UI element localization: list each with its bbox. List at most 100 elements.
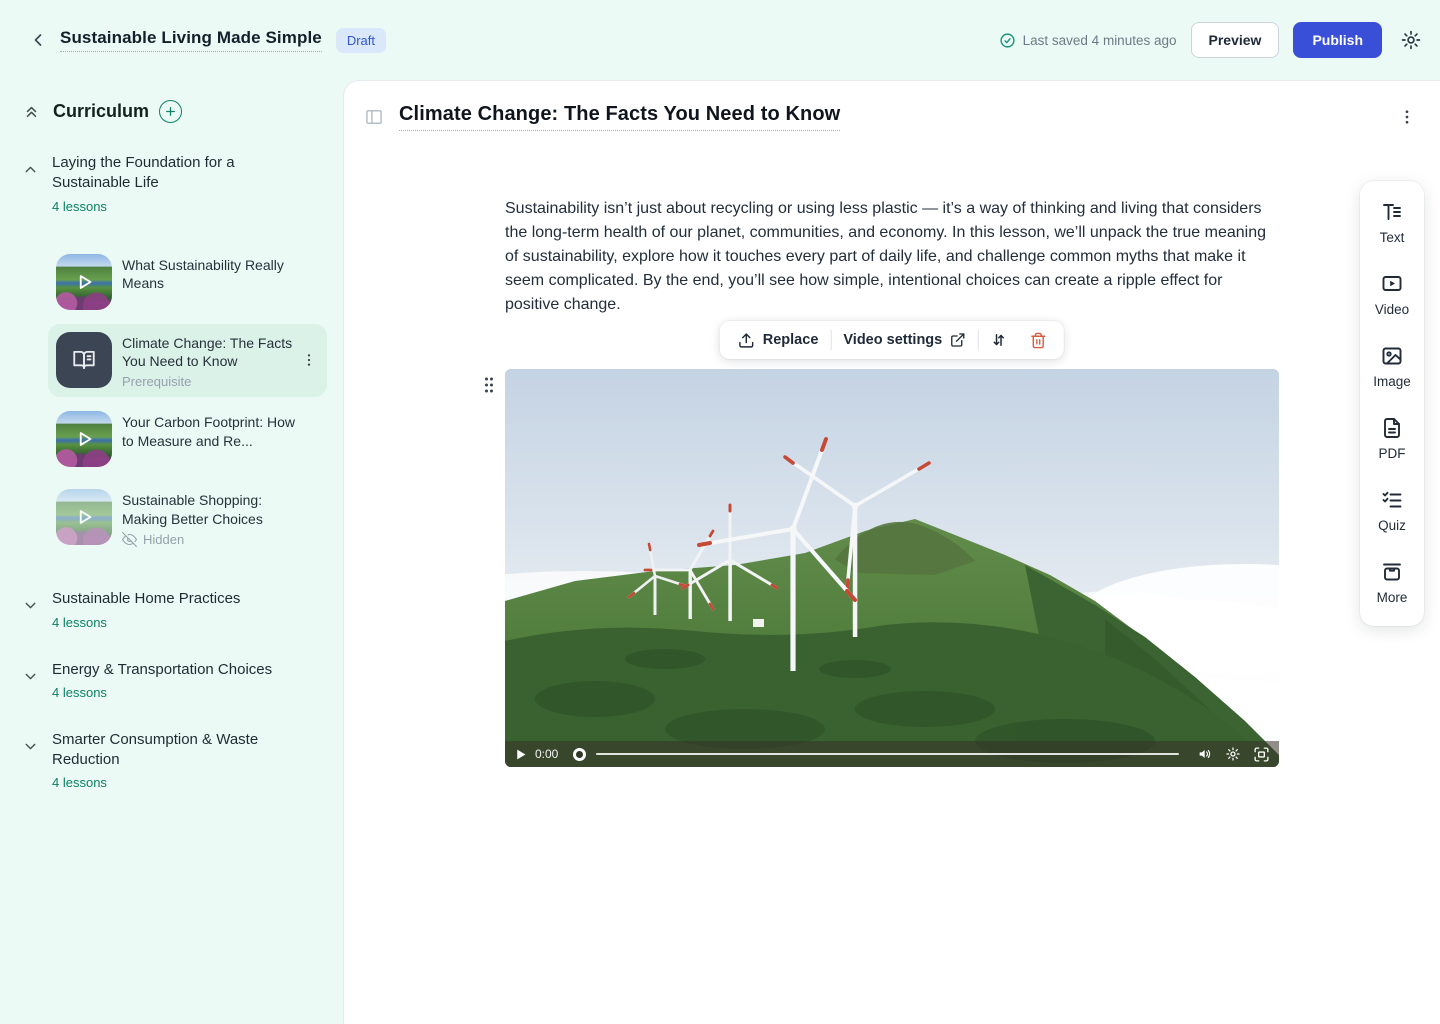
lesson-video-thumbnail: [56, 254, 112, 310]
kebab-vertical-icon: [1398, 108, 1416, 126]
lesson-video-thumbnail: [56, 411, 112, 467]
lesson-item-what-sustainability[interactable]: What Sustainability Really Means: [48, 246, 327, 318]
video-block-toolbar: Replace Video settings: [720, 321, 1064, 359]
top-header: Sustainable Living Made Simple Draft Las…: [0, 0, 1440, 80]
insert-image-button[interactable]: Image: [1373, 344, 1411, 389]
section-lesson-count: 4 lessons: [52, 199, 282, 214]
lesson-menu-button[interactable]: [1398, 108, 1416, 126]
eye-off-icon: [122, 532, 137, 547]
insert-image-label: Image: [1373, 374, 1411, 389]
chevron-down-icon[interactable]: [22, 738, 39, 755]
section-lesson-count: 4 lessons: [52, 685, 272, 700]
course-title[interactable]: Sustainable Living Made Simple: [60, 28, 322, 52]
plus-icon: [164, 105, 177, 118]
chevron-left-icon: [28, 30, 48, 50]
section-lesson-count: 4 lessons: [52, 615, 240, 630]
lesson-page-title[interactable]: Climate Change: The Facts You Need to Kn…: [399, 103, 840, 131]
chevron-down-icon[interactable]: [22, 668, 39, 685]
video-settings-label: Video settings: [843, 332, 942, 348]
move-block-button[interactable]: [979, 321, 1019, 359]
pdf-file-icon: [1380, 416, 1404, 440]
lesson-intro-paragraph[interactable]: Sustainability isn’t just about recyclin…: [505, 197, 1279, 317]
external-link-icon: [950, 332, 966, 348]
video-icon: [1380, 272, 1404, 296]
lesson-menu-button[interactable]: [301, 352, 317, 368]
play-button[interactable]: [514, 748, 527, 761]
replace-label: Replace: [763, 332, 819, 348]
play-icon: [56, 254, 112, 310]
play-icon: [56, 411, 112, 467]
section-title: Smarter Consumption & Waste Reduction: [52, 730, 282, 771]
chevron-down-icon[interactable]: [22, 597, 39, 614]
lesson-title: Your Carbon Footprint: How to Measure an…: [122, 413, 302, 450]
archive-more-icon: [1380, 560, 1404, 584]
lesson-editor-panel: Climate Change: The Facts You Need to Kn…: [343, 80, 1440, 1024]
insert-pdf-button[interactable]: PDF: [1379, 416, 1406, 461]
curriculum-sidebar: Curriculum Laying the Foundation for a S…: [0, 80, 343, 1024]
collapse-all-button[interactable]: [22, 102, 41, 121]
section-header[interactable]: Sustainable Home Practices 4 lessons: [0, 589, 343, 629]
preview-button[interactable]: Preview: [1191, 22, 1280, 58]
insert-quiz-button[interactable]: Quiz: [1378, 488, 1406, 533]
panel-left-icon: [364, 107, 384, 127]
player-settings-button[interactable]: [1225, 746, 1241, 762]
insert-video-button[interactable]: Video: [1375, 272, 1409, 317]
section-title: Energy & Transportation Choices: [52, 660, 272, 680]
upload-icon: [738, 332, 755, 349]
add-section-button[interactable]: [159, 100, 182, 123]
insert-more-button[interactable]: More: [1377, 560, 1408, 605]
lesson-video-thumbnail: [56, 489, 112, 545]
video-progress-track[interactable]: [596, 753, 1179, 755]
section-header[interactable]: Laying the Foundation for a Sustainable …: [0, 153, 343, 214]
chevron-up-icon[interactable]: [22, 161, 39, 178]
insert-more-label: More: [1377, 590, 1408, 605]
section-title: Sustainable Home Practices: [52, 589, 240, 609]
video-control-bar: 0:00: [505, 741, 1279, 767]
replace-video-button[interactable]: Replace: [726, 321, 831, 359]
delete-block-button[interactable]: [1019, 321, 1058, 359]
section-header[interactable]: Energy & Transportation Choices 4 lesson…: [0, 660, 343, 700]
toggle-sidebar-button[interactable]: [364, 107, 384, 127]
settings-button[interactable]: [1400, 29, 1422, 51]
insert-quiz-label: Quiz: [1378, 518, 1406, 533]
last-saved-text: Last saved 4 minutes ago: [1023, 33, 1177, 48]
insert-text-button[interactable]: Text: [1380, 200, 1405, 245]
fullscreen-button[interactable]: [1253, 746, 1270, 763]
lesson-title: What Sustainability Really Means: [122, 256, 302, 293]
insert-video-label: Video: [1375, 302, 1409, 317]
curriculum-heading: Curriculum: [53, 101, 149, 122]
lesson-item-sustainable-shopping[interactable]: Sustainable Shopping: Making Better Choi…: [48, 481, 327, 555]
insert-pdf-label: PDF: [1379, 446, 1406, 461]
lesson-item-carbon-footprint[interactable]: Your Carbon Footprint: How to Measure an…: [48, 403, 327, 475]
status-badge: Draft: [336, 28, 386, 53]
sort-arrows-icon: [990, 331, 1008, 349]
trash-icon: [1030, 332, 1047, 349]
drag-handle[interactable]: [483, 375, 495, 395]
lesson-title: Sustainable Shopping: Making Better Choi…: [122, 491, 302, 528]
lesson-list: What Sustainability Really Means Climate…: [0, 224, 343, 556]
video-settings-button[interactable]: Video settings: [831, 321, 978, 359]
section-title: Laying the Foundation for a Sustainable …: [52, 153, 282, 194]
volume-icon: [1197, 746, 1213, 762]
video-scrubber-handle[interactable]: [573, 748, 586, 761]
book-open-icon: [71, 347, 97, 373]
insert-text-label: Text: [1380, 230, 1405, 245]
back-button[interactable]: [24, 26, 52, 54]
video-time: 0:00: [535, 747, 563, 761]
lesson-title: Climate Change: The Facts You Need to Kn…: [122, 334, 302, 371]
gear-icon: [1400, 29, 1422, 51]
video-player[interactable]: 0:00: [505, 369, 1279, 767]
quiz-checklist-icon: [1380, 488, 1404, 512]
publish-button[interactable]: Publish: [1293, 22, 1382, 58]
lesson-reading-thumbnail: [56, 332, 112, 388]
gear-icon: [1225, 746, 1241, 762]
play-icon: [56, 489, 112, 545]
video-frame-image: [505, 369, 1279, 767]
image-icon: [1380, 344, 1404, 368]
section-header[interactable]: Smarter Consumption & Waste Reduction 4 …: [0, 730, 343, 791]
lesson-hidden-label: Hidden: [143, 532, 184, 547]
insert-block-toolbar: Text Video Image PDF Quiz More: [1360, 181, 1424, 626]
lesson-item-climate-change[interactable]: Climate Change: The Facts You Need to Kn…: [48, 324, 327, 398]
check-circle-icon: [999, 32, 1016, 49]
volume-button[interactable]: [1197, 746, 1213, 762]
